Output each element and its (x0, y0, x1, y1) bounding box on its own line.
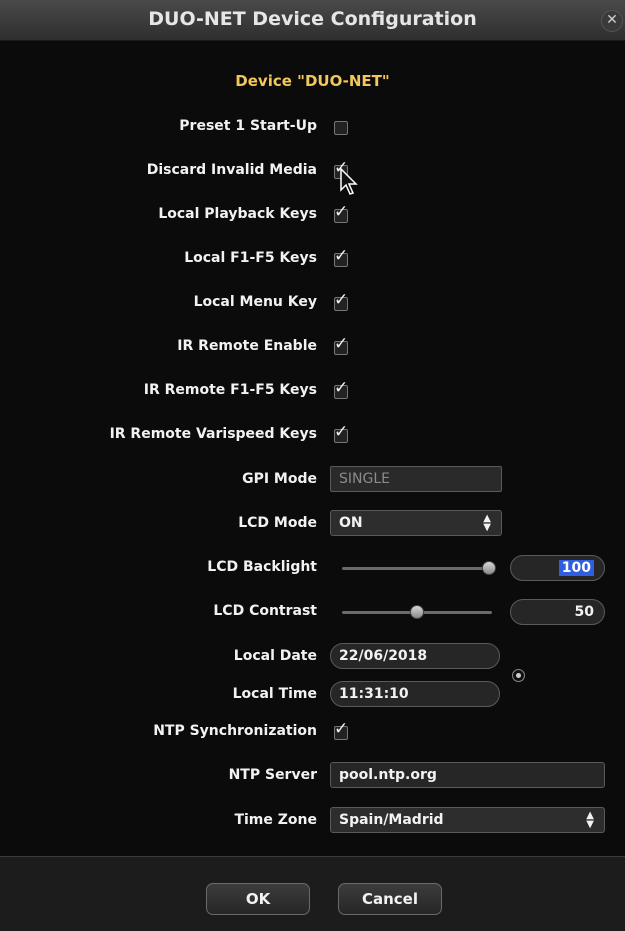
radio-dot-icon (516, 673, 521, 678)
lcd-backlight-input[interactable]: 100 (510, 555, 605, 581)
ir-remote-f1-f5-keys-label: IR Remote F1-F5 Keys (143, 382, 317, 398)
ok-button[interactable]: OK (206, 883, 310, 915)
sync-time-radio[interactable] (512, 669, 525, 682)
check-icon: ✓ (334, 290, 349, 310)
mouse-cursor-icon (340, 168, 358, 195)
gpi-mode-field: SINGLE (330, 466, 502, 492)
lcd-mode-select[interactable]: ON ▲ ▼ (330, 510, 502, 536)
lcd-backlight-value: 100 (558, 560, 594, 576)
discard-invalid-media-label: Discard Invalid Media (146, 162, 317, 178)
time-zone-label: Time Zone (234, 812, 317, 828)
local-time-field[interactable]: 11:31:10 (330, 681, 500, 707)
preset-start-up-checkbox[interactable] (334, 121, 348, 135)
time-zone-value: Spain/Madrid (339, 812, 444, 828)
gpi-mode-label: GPI Mode (242, 471, 317, 487)
check-icon: ✓ (334, 422, 349, 442)
lcd-mode-value: ON (339, 515, 363, 531)
local-menu-key-label: Local Menu Key (193, 294, 317, 310)
preset-start-up-label: Preset 1 Start-Up (179, 118, 317, 134)
dialog-footer (0, 857, 625, 931)
close-icon[interactable]: ✕ (601, 10, 623, 32)
device-heading: Device "DUO-NET" (235, 72, 390, 90)
ir-remote-f1-f5-keys-checkbox[interactable]: ✓ (334, 380, 348, 399)
check-icon: ✓ (334, 246, 349, 266)
ir-remote-enable-label: IR Remote Enable (177, 338, 317, 354)
lcd-mode-label: LCD Mode (238, 515, 317, 531)
lcd-contrast-input[interactable]: 50 (510, 599, 605, 625)
local-date-label: Local Date (233, 648, 317, 664)
window-title: DUO-NET Device Configuration (148, 8, 477, 30)
lcd-backlight-knob[interactable] (482, 561, 496, 575)
local-menu-key-checkbox[interactable]: ✓ (334, 292, 348, 311)
ir-remote-varispeed-keys-label: IR Remote Varispeed Keys (109, 426, 317, 442)
ir-remote-enable-checkbox[interactable]: ✓ (334, 336, 348, 355)
updown-arrows-icon: ▲ ▼ (483, 513, 491, 533)
check-icon: ✓ (334, 202, 349, 222)
lcd-backlight-track[interactable] (342, 567, 492, 570)
local-f1-f5-keys-checkbox[interactable]: ✓ (334, 248, 348, 267)
ntp-server-input[interactable]: pool.ntp.org (330, 762, 605, 788)
ir-remote-varispeed-keys-checkbox[interactable]: ✓ (334, 424, 348, 443)
ntp-sync-checkbox[interactable]: ✓ (334, 721, 348, 740)
updown-arrows-icon: ▲ ▼ (586, 810, 594, 830)
local-playback-keys-label: Local Playback Keys (158, 206, 317, 222)
local-date-field[interactable]: 22/06/2018 (330, 643, 500, 669)
lcd-contrast-knob[interactable] (410, 605, 424, 619)
time-zone-select[interactable]: Spain/Madrid ▲ ▼ (330, 807, 605, 833)
ntp-sync-label: NTP Synchronization (153, 723, 317, 739)
ntp-server-label: NTP Server (228, 767, 317, 783)
lcd-contrast-label: LCD Contrast (213, 603, 317, 619)
lcd-backlight-label: LCD Backlight (207, 559, 317, 575)
local-playback-keys-checkbox[interactable]: ✓ (334, 204, 348, 223)
check-icon: ✓ (334, 334, 349, 354)
cancel-button[interactable]: Cancel (338, 883, 442, 915)
check-icon: ✓ (334, 378, 349, 398)
check-icon: ✓ (334, 719, 349, 739)
local-time-label: Local Time (232, 686, 317, 702)
local-f1-f5-keys-label: Local F1-F5 Keys (184, 250, 317, 266)
